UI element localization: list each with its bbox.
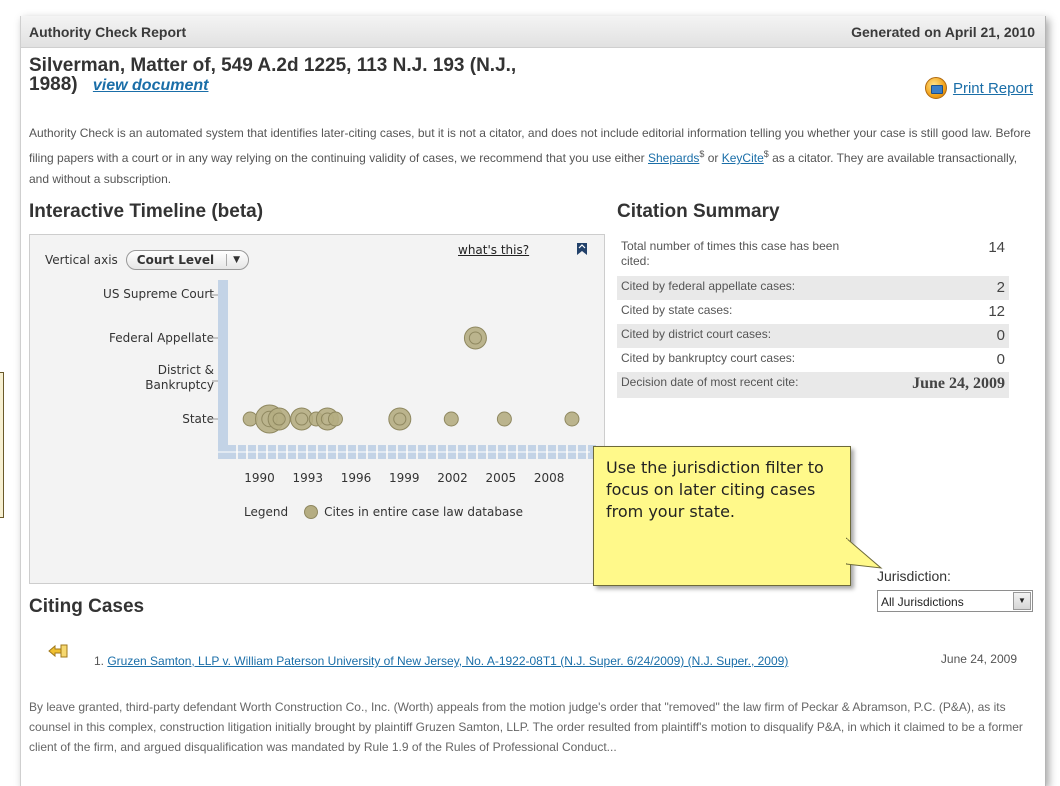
report-panel: Authority Check Report Generated on Apri…: [20, 16, 1046, 786]
summary-label: Cited by bankruptcy court cases:: [621, 351, 796, 365]
summary-value: 2: [996, 279, 1005, 296]
jurisdiction-select-value: All Jurisdictions: [881, 595, 964, 609]
keycite-link[interactable]: KeyCite: [722, 151, 764, 165]
summary-row: Total number of times this case has been…: [617, 236, 1009, 272]
summary-label: Decision date of most recent cite:: [621, 375, 799, 389]
summary-row: Cited by district court cases: 0: [617, 324, 1009, 348]
summary-label: Cited by federal appellate cases:: [621, 279, 796, 293]
jurisdiction-select[interactable]: All Jurisdictions ▼: [877, 590, 1033, 612]
interactive-timeline: Vertical axis Court Level ▼ what's this?…: [29, 234, 605, 584]
print-report-link[interactable]: Print Report: [953, 80, 1033, 97]
citation-summary-table: Total number of times this case has been…: [617, 236, 1009, 398]
summary-row: Cited by federal appellate cases: 2: [617, 276, 1009, 300]
citation-point: [463, 326, 487, 350]
summary-value: June 24, 2009: [912, 375, 1005, 392]
citing-case-flag-icon: [48, 644, 68, 658]
x-tick-label: 1999: [389, 471, 420, 485]
summary-value: 12: [988, 303, 1005, 320]
summary-label: Cited by district court cases:: [621, 327, 772, 341]
summary-row: Cited by bankruptcy court cases: 0: [617, 348, 1009, 372]
citation-point: [564, 411, 580, 427]
citing-case-summary: By leave granted, third-party defendant …: [29, 700, 1023, 754]
case-title-line1: Silverman, Matter of, 549 A.2d 1225, 113…: [29, 55, 517, 76]
chevron-down-icon[interactable]: ▼: [1013, 592, 1031, 610]
side-panel-edge: [0, 372, 4, 518]
citing-cases-heading: Citing Cases: [29, 596, 145, 617]
timeline-heading: Interactive Timeline (beta): [29, 201, 264, 222]
x-tick-label: 1993: [292, 471, 324, 485]
citing-case-date: June 24, 2009: [940, 652, 1017, 666]
summary-value: 14: [988, 239, 1005, 256]
legend-label: Legend: [244, 505, 289, 519]
chart-legend: Legend Cites in entire case law database: [244, 505, 523, 519]
case-title-line2: 1988): [29, 74, 78, 95]
legend-marker: [304, 505, 319, 519]
report-header: Authority Check Report Generated on Apri…: [21, 16, 1045, 48]
x-tick-label: 1990: [244, 471, 275, 485]
report-title: Authority Check Report: [29, 24, 187, 40]
citation-point: [443, 411, 459, 427]
timeline-plot: [212, 280, 596, 459]
citing-case-number: 1.: [94, 654, 108, 668]
print-report-button[interactable]: Print Report: [924, 76, 1033, 100]
x-tick-label: 2002: [437, 471, 468, 485]
summary-label: Total number of times this case has been…: [621, 239, 840, 268]
x-tick-label: 2008: [533, 471, 565, 485]
y-axis-bar: [218, 280, 228, 459]
jurisdiction-label: Jurisdiction:: [877, 568, 951, 584]
x-tick-label: 2005: [485, 471, 517, 485]
summary-row: Decision date of most recent cite: June …: [617, 372, 1009, 398]
legend-item-label: Cites in entire case law database: [324, 505, 523, 519]
citation-point: [496, 411, 512, 427]
case-title: Silverman, Matter of, 549 A.2d 1225, 113…: [29, 56, 629, 95]
citation-point: [388, 407, 412, 431]
citing-case-item: 1. Gruzen Samton, LLP v. William Paterso…: [94, 652, 794, 670]
view-document-link[interactable]: view document: [93, 77, 209, 94]
disclaimer-text: Authority Check is an automated system t…: [29, 123, 1039, 190]
summary-label: Cited by state cases:: [621, 303, 733, 317]
jurisdiction-tip-callout: Use the jurisdiction filter to focus on …: [593, 446, 851, 586]
citation-point: [267, 407, 291, 431]
summary-value: 0: [996, 327, 1005, 344]
summary-row: Cited by state cases: 12: [617, 300, 1009, 324]
disclaimer-or: or: [704, 151, 722, 165]
citation-summary-heading: Citation Summary: [617, 201, 780, 222]
generated-date: Generated on April 21, 2010: [851, 24, 1035, 40]
summary-value: 0: [996, 351, 1005, 368]
citation-point: [327, 411, 343, 427]
print-report-icon[interactable]: [924, 77, 947, 99]
x-tick-label: 1996: [340, 471, 372, 485]
shepards-link[interactable]: Shepards: [648, 151, 699, 165]
citing-case-link[interactable]: Gruzen Samton, LLP v. William Paterson U…: [107, 654, 788, 668]
